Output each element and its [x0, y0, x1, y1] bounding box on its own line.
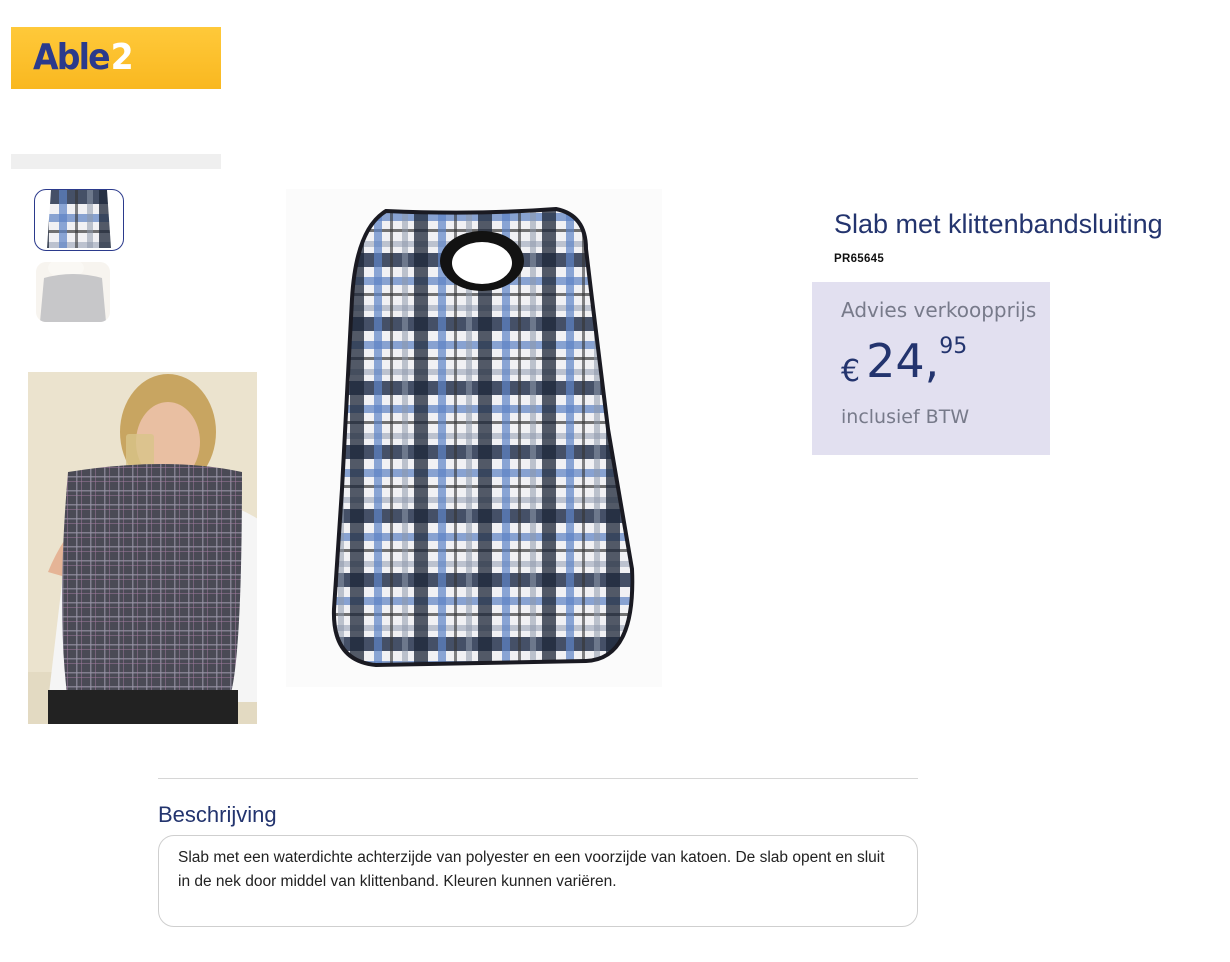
price-label: Advies verkoopprijs	[841, 298, 1037, 322]
description-heading: Beschrijving	[158, 802, 277, 827]
description-text: Slab met een waterdichte achterzijde van…	[178, 849, 885, 890]
lifestyle-photo	[28, 372, 257, 724]
site-logo[interactable]: Able2	[11, 27, 221, 89]
plaid-bib-thumbnail-image	[47, 190, 111, 248]
thumbnail-gray-bib[interactable]	[36, 262, 110, 322]
thumbnail-plaid-bib[interactable]	[34, 189, 124, 251]
main-product-image[interactable]	[286, 189, 662, 687]
price-box: Advies verkoopprijs €24,95 inclusief BTW	[812, 282, 1050, 455]
product-code: PR65645	[834, 253, 885, 265]
price-value: €24,95	[841, 334, 967, 389]
price-vat-note: inclusief BTW	[841, 406, 970, 428]
price-euros: 24,	[866, 334, 940, 388]
price-cents: 95	[939, 334, 968, 359]
price-currency: €	[841, 354, 861, 389]
product-title: Slab met klittenbandsluiting	[834, 209, 1163, 239]
description-box: Slab met een waterdichte achterzijde van…	[158, 835, 918, 927]
gallery-header-bar	[11, 154, 221, 169]
logo-wordmark: Able2	[33, 37, 134, 78]
gray-bib-thumbnail-image	[36, 262, 110, 322]
section-divider	[158, 778, 918, 779]
